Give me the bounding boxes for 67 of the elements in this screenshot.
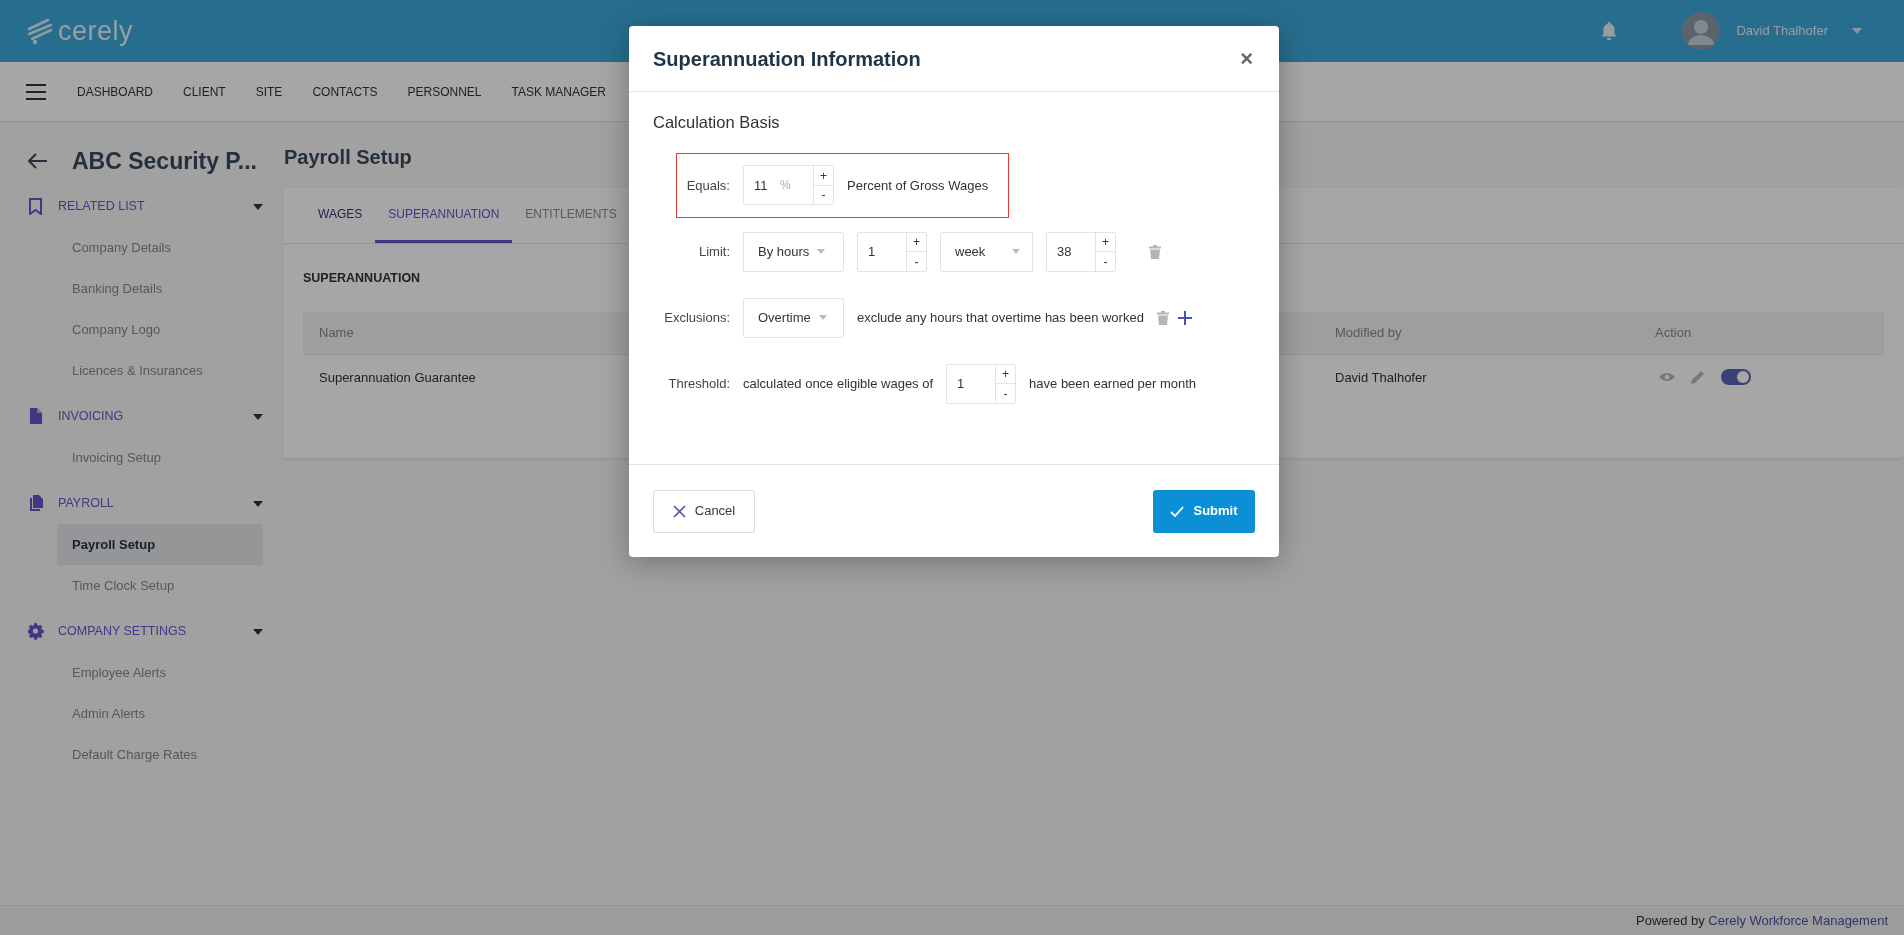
back-arrow-icon[interactable] [28,153,48,170]
description-text: calculated once eligible wages of [743,375,934,393]
caret-icon[interactable] [253,628,263,635]
field-label: Limit: [697,243,730,261]
plus-icon[interactable] [1177,310,1192,325]
document-icon [28,408,44,425]
section-heading[interactable]: INVOICING [58,407,253,426]
bookmark-icon [28,198,44,215]
caret-icon[interactable] [253,413,263,420]
caret-icon[interactable] [253,500,263,507]
table-cell-text: Superannuation Guarantee [319,368,476,387]
settings-icon [28,623,44,640]
footer-text: Powered by Cerely Workforce Management [1636,911,1888,930]
unit-label: % [780,177,792,195]
sidebar-item[interactable]: Payroll Setup [57,523,263,565]
nav-link[interactable]: TASK MANAGER [496,82,621,101]
decrement-button[interactable]: - [996,383,1016,403]
section-heading[interactable]: RELATED LIST [58,197,253,216]
tab[interactable]: WAGES [305,188,376,243]
caret-icon [818,315,827,321]
check-icon [1170,505,1185,517]
dropdown[interactable]: week [940,231,1033,272]
column-header: Name [319,324,354,342]
logo-icon [26,17,54,45]
field-label: Equals: [685,176,730,195]
number-field[interactable]: 1 + - [857,231,927,272]
decrement-button[interactable]: - [1096,251,1115,271]
footer-link[interactable]: Cerely Workforce Management [1708,912,1888,928]
nav-link[interactable]: SITE [240,82,298,101]
caret-icon[interactable] [253,203,263,210]
company-title: ABC Security P... [72,147,257,176]
documents-icon [28,495,44,512]
tab[interactable]: SUPERANNUATION [375,188,513,243]
caret-icon [817,249,826,255]
section-title: Calculation Basis [653,112,781,133]
brand-name: cerely [58,14,134,48]
toggle-switch[interactable] [1721,369,1751,386]
column-header: Modified by [1335,324,1402,342]
close-icon [672,504,686,518]
dropdown[interactable]: Overtime [743,297,844,338]
cancel-button[interactable]: Cancel [653,489,755,533]
section-heading[interactable]: COMPANY SETTINGS [58,622,253,641]
caret-icon [1012,249,1020,255]
page-title: Payroll Setup [284,145,413,170]
description-text: have been earned per month [1029,375,1197,393]
close-button[interactable]: × [1238,47,1255,70]
column-header: Action [1655,324,1692,342]
notification-bell-icon[interactable] [1600,21,1619,41]
field-label: Exclusions: [663,309,730,327]
nav-link[interactable]: PERSONNEL [392,82,497,101]
menu-icon[interactable] [26,83,46,100]
description-text: Percent of Gross Wages [847,176,989,195]
nav-link[interactable]: DASHBOARD [62,82,168,101]
decrement-button[interactable]: - [907,251,926,271]
section-heading[interactable]: PAYROLL [58,494,253,513]
section-title: SUPERANNUATION [303,271,421,285]
number-field[interactable]: 1 + - [946,363,1017,404]
dropdown[interactable]: By hours [743,231,844,272]
modal-title: Superannuation Information [653,46,922,71]
field-label: Threshold: [667,375,730,393]
submit-button[interactable]: Submit [1153,489,1255,533]
nav-link[interactable]: CLIENT [168,82,241,101]
description-text: exclude any hours that overtime has been worked [857,309,1144,327]
number-field[interactable]: 11 % + - [743,165,834,206]
nav-link[interactable]: CONTACTS [297,82,393,101]
table-cell-text: David Thalhofer [1335,368,1427,387]
number-field[interactable]: 38 + - [1046,231,1116,272]
